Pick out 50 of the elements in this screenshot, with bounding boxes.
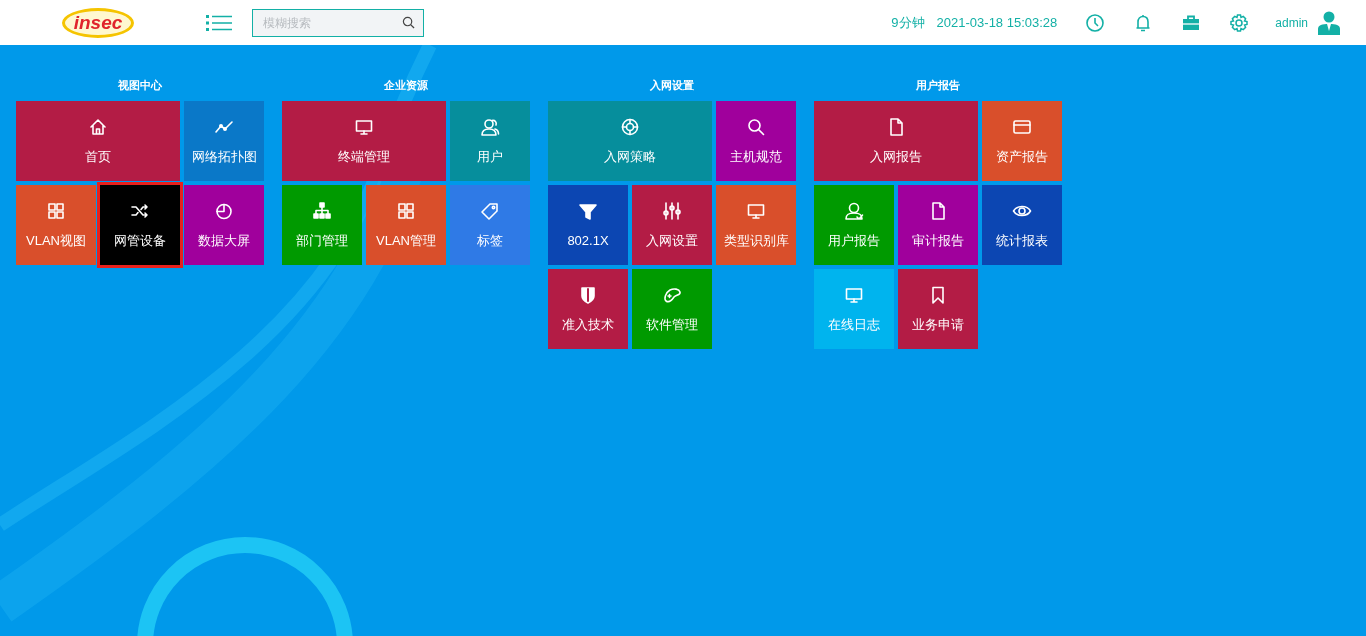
filter-icon xyxy=(578,202,598,222)
shield-icon xyxy=(578,284,598,305)
menu-tile[interactable]: 入网报告 xyxy=(814,101,978,181)
group-title: 入网设置 xyxy=(650,78,694,93)
menu-tile[interactable]: 统计报表 xyxy=(982,185,1062,265)
menu-tile[interactable]: 网络拓扑图 xyxy=(184,101,264,181)
datetime: 2021-03-18 15:03:28 xyxy=(936,15,1058,30)
sliders-icon xyxy=(662,200,682,221)
user-avatar-icon[interactable] xyxy=(1318,10,1340,35)
menu-tile[interactable]: 入网策略 xyxy=(548,101,712,181)
username[interactable]: admin xyxy=(1275,15,1308,30)
menu-icon[interactable] xyxy=(206,14,232,31)
lifebuoy-icon xyxy=(620,116,640,137)
menu-tile[interactable]: 资产报告 xyxy=(982,101,1062,181)
menu-tile[interactable]: 主机规范 xyxy=(716,101,796,181)
menu-tile[interactable]: 用户报告 xyxy=(814,185,894,265)
group-title: 企业资源 xyxy=(384,78,428,93)
grid-icon xyxy=(396,200,416,221)
search-icon xyxy=(746,116,766,137)
menu-tile[interactable]: VLAN视图 xyxy=(16,185,96,265)
session-time: 9分钟 xyxy=(891,13,925,32)
menu-tile[interactable]: VLAN管理 xyxy=(366,185,446,265)
menu-tile[interactable]: 软件管理 xyxy=(632,269,712,349)
search-icon[interactable] xyxy=(402,15,415,29)
menu-tile[interactable]: 首页 xyxy=(16,101,180,181)
menu-tile[interactable]: 终端管理 xyxy=(282,101,446,181)
settings-icon[interactable] xyxy=(1229,12,1250,33)
menu-tile[interactable]: 审计报告 xyxy=(898,185,978,265)
menu-tile[interactable]: 入网设置 xyxy=(632,185,712,265)
grid-icon xyxy=(46,200,66,221)
menu-tile[interactable]: 准入技术 xyxy=(548,269,628,349)
search-field[interactable]: 模糊搜索 xyxy=(252,8,424,37)
tag-icon xyxy=(480,200,500,221)
menu-tile[interactable]: 业务申请 xyxy=(898,269,978,349)
insec-logo: insec xyxy=(62,7,134,38)
sitemap-icon xyxy=(312,200,332,221)
home-icon xyxy=(88,116,108,137)
users-icon xyxy=(480,116,500,137)
menu-tile[interactable]: 在线日志 xyxy=(814,269,894,349)
menu-tile[interactable]: 数据大屏 xyxy=(184,185,264,265)
menu-tile[interactable]: 部门管理 xyxy=(282,185,362,265)
user-icon xyxy=(844,200,864,221)
menu-tile[interactable]: 802.1X xyxy=(548,185,628,265)
group-title: 视图中心 xyxy=(118,78,162,93)
menu-tile[interactable]: 标签 xyxy=(450,185,530,265)
menu-tile[interactable]: 网管设备 xyxy=(100,185,180,265)
group-title: 用户报告 xyxy=(916,78,960,93)
menu-tile[interactable]: 类型识别库 xyxy=(716,185,796,265)
menu-tile[interactable]: 用户 xyxy=(450,101,530,181)
clock-icon[interactable] xyxy=(1085,12,1106,33)
